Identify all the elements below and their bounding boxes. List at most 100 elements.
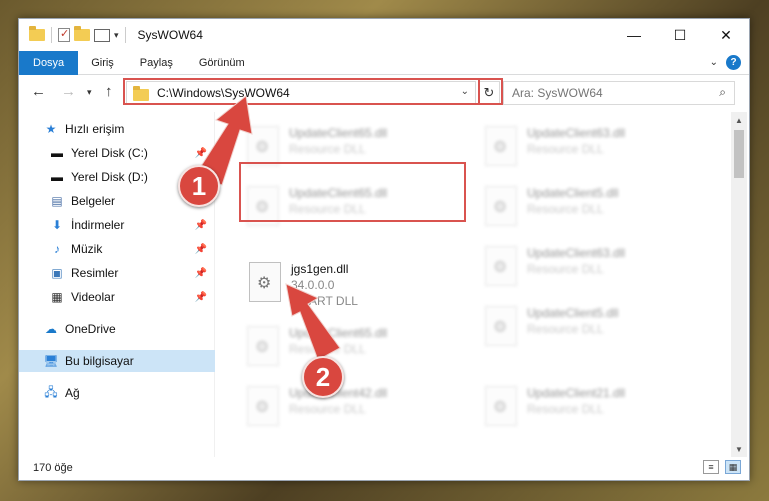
maximize-button[interactable]: ☐ [657,19,703,51]
details-view-icon[interactable]: ≡ [703,460,719,474]
dll-file-icon [485,306,517,346]
status-bar: 170 öğe ≡ ▦ [19,456,749,480]
refresh-button[interactable]: ↻ [478,81,500,105]
new-folder-icon[interactable] [74,26,90,41]
sidebar-item-label: Bu bilgisayar [65,354,134,368]
file-tile-jgs1gen[interactable]: jgs1gen.dll 34.0.0.0 JG ART DLL [241,256,471,314]
address-dropdown-icon[interactable]: ⌄ [461,86,469,97]
file-tile[interactable]: UpdateClient42.dllResource DLL [239,380,469,436]
item-count: 170 öğe [33,462,73,474]
pin-icon[interactable]: 📌 [195,148,207,159]
cloud-icon: ☁ [45,322,57,336]
tab-home[interactable]: Giriş [78,51,127,75]
search-icon[interactable]: ⌕ [719,85,726,100]
sidebar-item-local-disk-c[interactable]: ▬ Yerel Disk (C:) 📌 [19,142,215,164]
sidebar-item-quick-access[interactable]: ★ Hızlı erişim [19,118,215,140]
sidebar-item-label: Yerel Disk (C:) [71,146,148,160]
properties-icon[interactable] [94,28,110,42]
file-list: UpdateClient65.dll Resource DLL UpdateCli… [219,112,732,457]
dll-file-icon [485,126,517,166]
file-name: UpdateClient65.dll [289,186,388,200]
step-badge-2: 2 [302,356,344,398]
file-tile[interactable]: UpdateClient63.dll Resource DLL [477,240,707,296]
file-description: Resource DLL [527,322,604,336]
file-tile[interactable]: UpdateClient5.dll Resource DLL [477,300,707,356]
dll-file-icon [247,126,279,166]
vertical-scrollbar[interactable]: ▲ ▼ [731,112,747,457]
tab-file[interactable]: Dosya [19,50,79,75]
file-tile[interactable]: UpdateClient65.dll Resource DLL [239,320,469,376]
computer-icon: 🖥 [43,354,59,368]
sidebar-item-label: Ağ [65,386,80,400]
sidebar-item-label: Resimler [71,266,119,280]
file-name: UpdateClient5.dll [527,186,619,200]
forward-arrow-icon[interactable]: → [61,83,76,100]
pin-icon[interactable]: 📌 [195,292,207,303]
scroll-down-icon[interactable]: ▼ [731,441,747,457]
folder-icon [133,85,149,101]
tiles-view-icon[interactable]: ▦ [725,460,741,474]
properties-check-icon[interactable] [58,27,70,42]
tab-view[interactable]: Görünüm [186,51,258,75]
pin-icon[interactable]: 📌 [195,244,207,255]
dll-file-icon [249,262,281,302]
dll-file-icon [247,386,279,426]
file-name: jgs1gen.dll [291,262,349,276]
file-name: UpdateClient65.dll [289,126,388,140]
dll-file-icon [247,326,279,366]
file-tile[interactable]: UpdateClient65.dll Resource DLL [239,120,469,176]
back-arrow-icon[interactable]: ← [31,83,46,100]
document-icon: ▤ [51,194,63,208]
file-description: Resource DLL [527,402,604,416]
pin-icon[interactable]: 📌 [195,220,207,231]
sidebar-item-music[interactable]: ♪ Müzik 📌 [19,238,215,260]
tab-share[interactable]: Paylaş [127,51,186,75]
music-icon: ♪ [54,242,60,256]
file-tile[interactable]: UpdateClient21.dll Resource DLL [477,380,707,436]
expand-ribbon-icon[interactable]: ⌄ [710,57,718,68]
sidebar-item-label: Belgeler [71,194,116,208]
address-bar[interactable]: C:\Windows\SysWOW64 ⌄ [126,81,476,105]
ribbon-right: ⌄ ? [710,55,741,70]
navigation-bar: ← → ▾ ↑ C:\Windows\SysWOW64 ⌄ ↻ ⌕ [19,76,749,110]
search-input[interactable] [512,86,702,100]
dll-file-icon [485,186,517,226]
file-description: Resource DLL [289,402,366,416]
close-button[interactable]: ✕ [703,19,749,51]
sidebar-item-downloads[interactable]: ⬇ İndirmeler 📌 [19,214,215,236]
file-description: Resource DLL [527,202,604,216]
file-name: UpdateClient63.dll [527,126,626,140]
window-controls: — ☐ ✕ [611,19,749,51]
sidebar-item-label: OneDrive [65,322,116,336]
pin-icon[interactable]: 📌 [195,268,207,279]
sidebar-item-this-pc[interactable]: 🖥 Bu bilgisayar [19,350,215,372]
sidebar-item-onedrive[interactable]: ☁ OneDrive [19,318,215,340]
file-name: UpdateClient5.dll [527,306,619,320]
sidebar-item-label: İndirmeler [71,218,125,232]
address-path: C:\Windows\SysWOW64 [157,86,290,100]
minimize-button[interactable]: — [611,19,657,51]
view-switcher: ≡ ▦ [703,460,741,474]
navigation-pane: ★ Hızlı erişim ▬ Yerel Disk (C:) 📌 ▬ Yer… [19,112,215,457]
drive-icon: ▬ [51,146,63,160]
recent-locations-icon[interactable]: ▾ [87,87,92,98]
sidebar-item-videos[interactable]: ▦ Videolar 📌 [19,286,215,308]
file-tile[interactable]: UpdateClient5.dll Resource DLL [477,180,707,236]
file-description: JG ART DLL [291,294,358,308]
help-icon[interactable]: ? [726,55,741,70]
file-tile[interactable]: UpdateClient63.dll Resource DLL [477,120,707,176]
separator [51,27,52,43]
sidebar-item-pictures[interactable]: ▣ Resimler 📌 [19,262,215,284]
quick-access-toolbar: ▾ [29,26,128,43]
scroll-up-icon[interactable]: ▲ [731,112,747,128]
qat-dropdown-icon[interactable]: ▾ [114,30,119,41]
up-arrow-icon[interactable]: ↑ [105,83,113,100]
folder-icon [29,26,45,41]
search-box[interactable]: ⌕ [503,81,735,105]
scrollbar-thumb[interactable] [734,130,744,178]
ribbon-tabs: Dosya Giriş Paylaş Görünüm ⌄ ? [19,50,749,75]
file-tile[interactable]: UpdateClient65.dll Resource DLL [239,180,469,236]
file-description: Resource DLL [289,142,366,156]
sidebar-item-network[interactable]: 🖧 Ağ [19,382,215,404]
explorer-window: ▾ SysWOW64 — ☐ ✕ Dosya Giriş Paylaş Görü… [18,18,750,481]
